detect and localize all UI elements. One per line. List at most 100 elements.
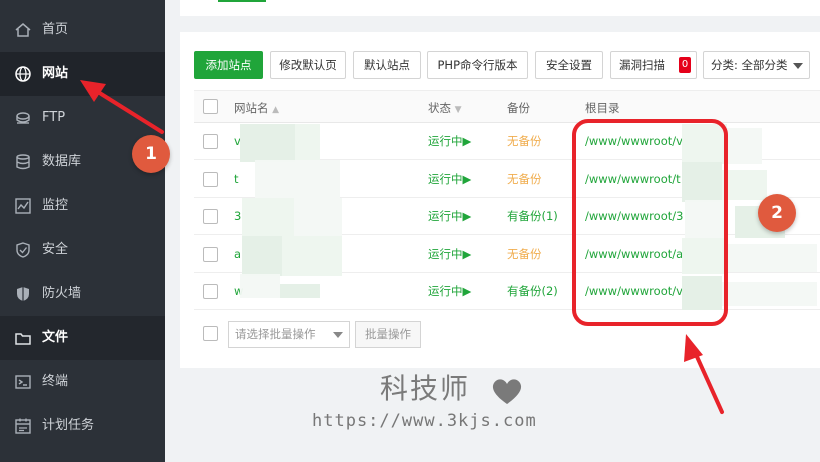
backup-status[interactable]: 无备份 <box>507 134 542 148</box>
sidebar-item-website[interactable]: 网站 <box>0 52 165 96</box>
sidebar-item-label: 计划任务 <box>42 418 95 433</box>
row-checkbox[interactable] <box>203 284 218 299</box>
blur-mask <box>727 244 817 272</box>
monitor-icon <box>15 198 31 214</box>
sidebar-item-ftp[interactable]: FTP <box>0 96 165 140</box>
tab-bar <box>180 0 820 16</box>
folder-icon <box>15 333 31 345</box>
sidebar-item-home[interactable]: 首页 <box>0 8 165 52</box>
sidebar-item-firewall[interactable]: 防火墙 <box>0 272 165 316</box>
sidebar-item-label: 首页 <box>42 22 69 37</box>
step-marker-1: 1 <box>132 135 170 173</box>
blur-mask <box>722 282 817 306</box>
row-checkbox[interactable] <box>203 209 218 224</box>
blur-mask <box>280 284 320 298</box>
add-site-button[interactable]: 添加站点 <box>194 51 263 79</box>
column-header-backup: 备份 <box>507 101 530 115</box>
active-tab-indicator <box>218 0 266 2</box>
sidebar-item-label: 安全 <box>42 242 69 257</box>
blur-mask <box>685 200 727 238</box>
row-checkbox[interactable] <box>203 246 218 262</box>
sort-asc-icon: ▲ <box>272 105 280 115</box>
blur-mask <box>240 124 295 162</box>
blur-mask <box>682 162 722 202</box>
chevron-down-icon <box>793 63 803 69</box>
batch-select-checkbox[interactable] <box>203 326 218 341</box>
sidebar-item-label: 终端 <box>42 374 69 389</box>
column-header-root: 根目录 <box>585 101 620 115</box>
vuln-scan-button[interactable]: 漏洞扫描 0 <box>610 51 697 79</box>
sidebar-item-terminal[interactable]: 终端 <box>0 360 165 404</box>
default-site-button[interactable]: 默认站点 <box>353 51 421 79</box>
security-settings-button[interactable]: 安全设置 <box>535 51 603 79</box>
terminal-icon <box>15 375 31 389</box>
shield-check-icon <box>16 242 30 258</box>
blur-mask <box>727 128 762 164</box>
edit-default-page-button[interactable]: 修改默认页 <box>270 51 346 79</box>
sidebar-item-monitor[interactable]: 监控 <box>0 184 165 228</box>
sidebar-item-label: FTP <box>42 110 66 125</box>
status-running[interactable]: 运行中▶ <box>428 284 471 298</box>
table-header: 网站名 ▲ 状态 ▼ 备份 根目录 <box>194 90 820 123</box>
watermark-title: 科技师 <box>380 372 471 405</box>
heart-icon <box>492 379 522 404</box>
column-header-status[interactable]: 状态 ▼ <box>428 101 462 117</box>
watermark-url: https://www.3kjs.com <box>312 411 537 431</box>
blur-mask <box>255 160 340 200</box>
calendar-icon <box>15 418 31 434</box>
row-checkbox[interactable] <box>203 134 218 149</box>
firewall-shield-icon <box>17 287 29 301</box>
php-cli-version-button[interactable]: PHP命令行版本 <box>427 51 528 79</box>
blur-mask <box>282 236 342 276</box>
batch-operation-select[interactable]: 请选择批量操作 <box>228 321 350 348</box>
status-running[interactable]: 运行中▶ <box>428 247 471 261</box>
site-name-link[interactable]: t <box>234 172 239 186</box>
database-icon <box>16 154 30 170</box>
blur-mask <box>722 170 767 200</box>
globe-icon <box>15 66 31 82</box>
blur-mask <box>242 236 282 276</box>
chevron-down-icon <box>333 332 343 338</box>
select-all-checkbox[interactable] <box>203 99 218 114</box>
vuln-scan-label: 漏洞扫描 <box>619 58 665 72</box>
sidebar: 首页 网站 FTP 数据库 监控 安全 防火墙 文件 终端 计划任务 <box>0 0 165 462</box>
backup-status[interactable]: 有备份(2) <box>507 284 558 298</box>
sidebar-item-label: 数据库 <box>42 154 82 169</box>
batch-operation-button[interactable]: 批量操作 <box>355 321 421 348</box>
backup-status[interactable]: 无备份 <box>507 172 542 186</box>
row-checkbox[interactable] <box>203 171 218 187</box>
backup-status[interactable]: 无备份 <box>507 247 542 261</box>
root-directory-link[interactable]: /www/wwwroot/v <box>585 134 683 148</box>
status-running[interactable]: 运行中▶ <box>428 172 471 186</box>
blur-mask <box>682 238 727 274</box>
root-directory-link[interactable]: /www/wwwroot/3 <box>585 209 683 223</box>
blur-mask <box>682 124 727 164</box>
sidebar-item-label: 防火墙 <box>42 286 82 301</box>
blur-mask <box>295 124 320 162</box>
root-directory-link[interactable]: /www/wwwroot/t <box>585 172 681 186</box>
status-running[interactable]: 运行中▶ <box>428 134 471 148</box>
sidebar-item-label: 文件 <box>42 330 69 345</box>
root-directory-link[interactable]: /www/wwwroot/v <box>585 284 683 298</box>
column-header-name[interactable]: 网站名 ▲ <box>234 101 279 117</box>
category-select-value: 分类: 全部分类 <box>711 58 788 72</box>
blur-mask <box>682 276 722 310</box>
site-name-link[interactable]: a <box>234 247 241 261</box>
sidebar-item-security[interactable]: 安全 <box>0 228 165 272</box>
home-icon <box>15 23 31 37</box>
blur-mask <box>242 198 294 238</box>
sidebar-item-label: 监控 <box>42 198 69 213</box>
vuln-count-badge: 0 <box>679 57 691 73</box>
status-running[interactable]: 运行中▶ <box>428 209 471 223</box>
category-select[interactable]: 分类: 全部分类 <box>703 51 810 79</box>
site-name-link[interactable]: 3 <box>234 209 241 223</box>
root-directory-link[interactable]: /www/wwwroot/a <box>585 247 683 261</box>
backup-status[interactable]: 有备份(1) <box>507 209 558 223</box>
blur-mask <box>240 274 280 298</box>
sort-desc-icon: ▼ <box>454 105 462 115</box>
sidebar-item-files[interactable]: 文件 <box>0 316 165 360</box>
sidebar-item-cron[interactable]: 计划任务 <box>0 404 165 448</box>
batch-operation-placeholder: 请选择批量操作 <box>235 327 316 341</box>
blur-mask <box>294 198 342 238</box>
ftp-icon <box>16 112 30 124</box>
